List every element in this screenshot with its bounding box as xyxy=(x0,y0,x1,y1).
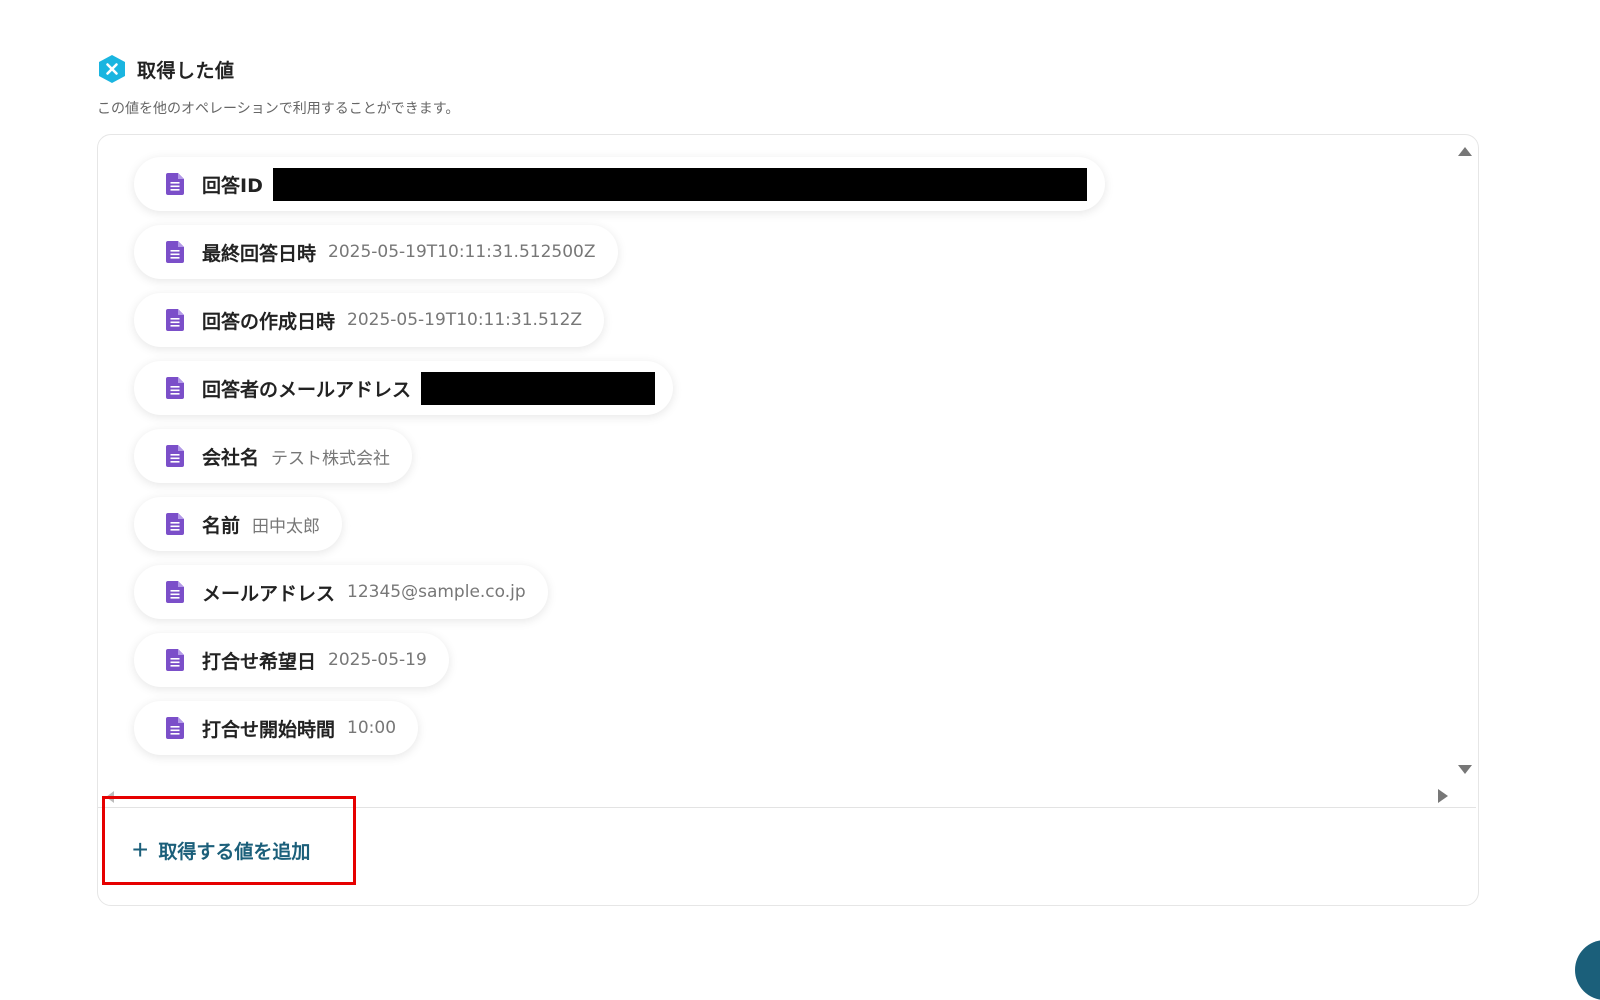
section-header: 取得した値 xyxy=(97,54,235,84)
section-description: この値を他のオペレーションで利用することができます。 xyxy=(97,101,460,117)
document-icon xyxy=(166,309,184,331)
value-text: 2025-05-19T10:11:31.512500Z xyxy=(328,242,596,262)
value-label: 回答の作成日時 xyxy=(202,310,336,333)
document-icon xyxy=(166,173,184,195)
document-icon xyxy=(166,717,184,739)
value-label: 名前 xyxy=(202,514,241,537)
value-chip[interactable]: メールアドレス 12345@sample.co.jp xyxy=(134,565,548,619)
value-chip[interactable]: 名前 田中太郎 xyxy=(134,497,343,551)
value-label: 回答ID xyxy=(202,174,263,197)
value-chip[interactable]: 回答の作成日時 2025-05-19T10:11:31.512Z xyxy=(134,293,605,347)
document-icon xyxy=(166,445,184,467)
scroll-down-arrow-icon[interactable] xyxy=(1458,765,1472,774)
value-chip[interactable]: 最終回答日時 2025-05-19T10:11:31.512500Z xyxy=(134,225,618,279)
redacted-value xyxy=(272,167,1087,201)
value-text: 10:00 xyxy=(347,718,397,738)
value-chip[interactable]: 会社名 テスト株式会社 xyxy=(134,429,413,483)
scroll-up-arrow-icon[interactable] xyxy=(1458,147,1472,156)
value-chip[interactable]: 回答ID xyxy=(134,157,1105,211)
value-chip[interactable]: 打合せ希望日 2025-05-19 xyxy=(134,633,449,687)
chat-fab-button[interactable] xyxy=(1575,940,1600,1000)
close-hexagon-icon xyxy=(97,54,127,84)
document-icon xyxy=(166,649,184,671)
document-icon xyxy=(166,377,184,399)
value-label: 会社名 xyxy=(202,446,260,469)
section-title: 取得した値 xyxy=(137,59,235,82)
value-label: メールアドレス xyxy=(202,582,336,605)
value-label: 回答者のメールアドレス xyxy=(202,378,412,401)
value-chip[interactable]: 回答者のメールアドレス xyxy=(134,361,674,415)
values-scroll-area[interactable]: 回答ID 最終回答日時 2025-05-19T10:11:31.512500Z 回答の… xyxy=(98,135,1476,825)
value-list: 回答ID 最終回答日時 2025-05-19T10:11:31.512500Z 回答の… xyxy=(134,157,1105,755)
value-label: 打合せ希望日 xyxy=(202,650,317,673)
document-icon xyxy=(166,581,184,603)
scroll-right-arrow-icon[interactable] xyxy=(1438,789,1448,803)
document-icon xyxy=(166,513,184,535)
value-text: 2025-05-19T10:11:31.512Z xyxy=(347,310,583,330)
value-text: テスト株式会社 xyxy=(271,448,391,469)
redacted-value xyxy=(421,371,656,405)
value-text: 2025-05-19 xyxy=(328,650,427,670)
value-text: 田中太郎 xyxy=(252,516,321,537)
value-text: 12345@sample.co.jp xyxy=(347,582,526,602)
document-icon xyxy=(166,241,184,263)
highlight-annotation xyxy=(102,796,356,885)
value-label: 打合せ開始時間 xyxy=(202,718,336,741)
value-label: 最終回答日時 xyxy=(202,242,317,265)
values-panel: 回答ID 最終回答日時 2025-05-19T10:11:31.512500Z 回答の… xyxy=(97,134,1479,906)
value-chip[interactable]: 打合せ開始時間 10:00 xyxy=(134,701,419,755)
